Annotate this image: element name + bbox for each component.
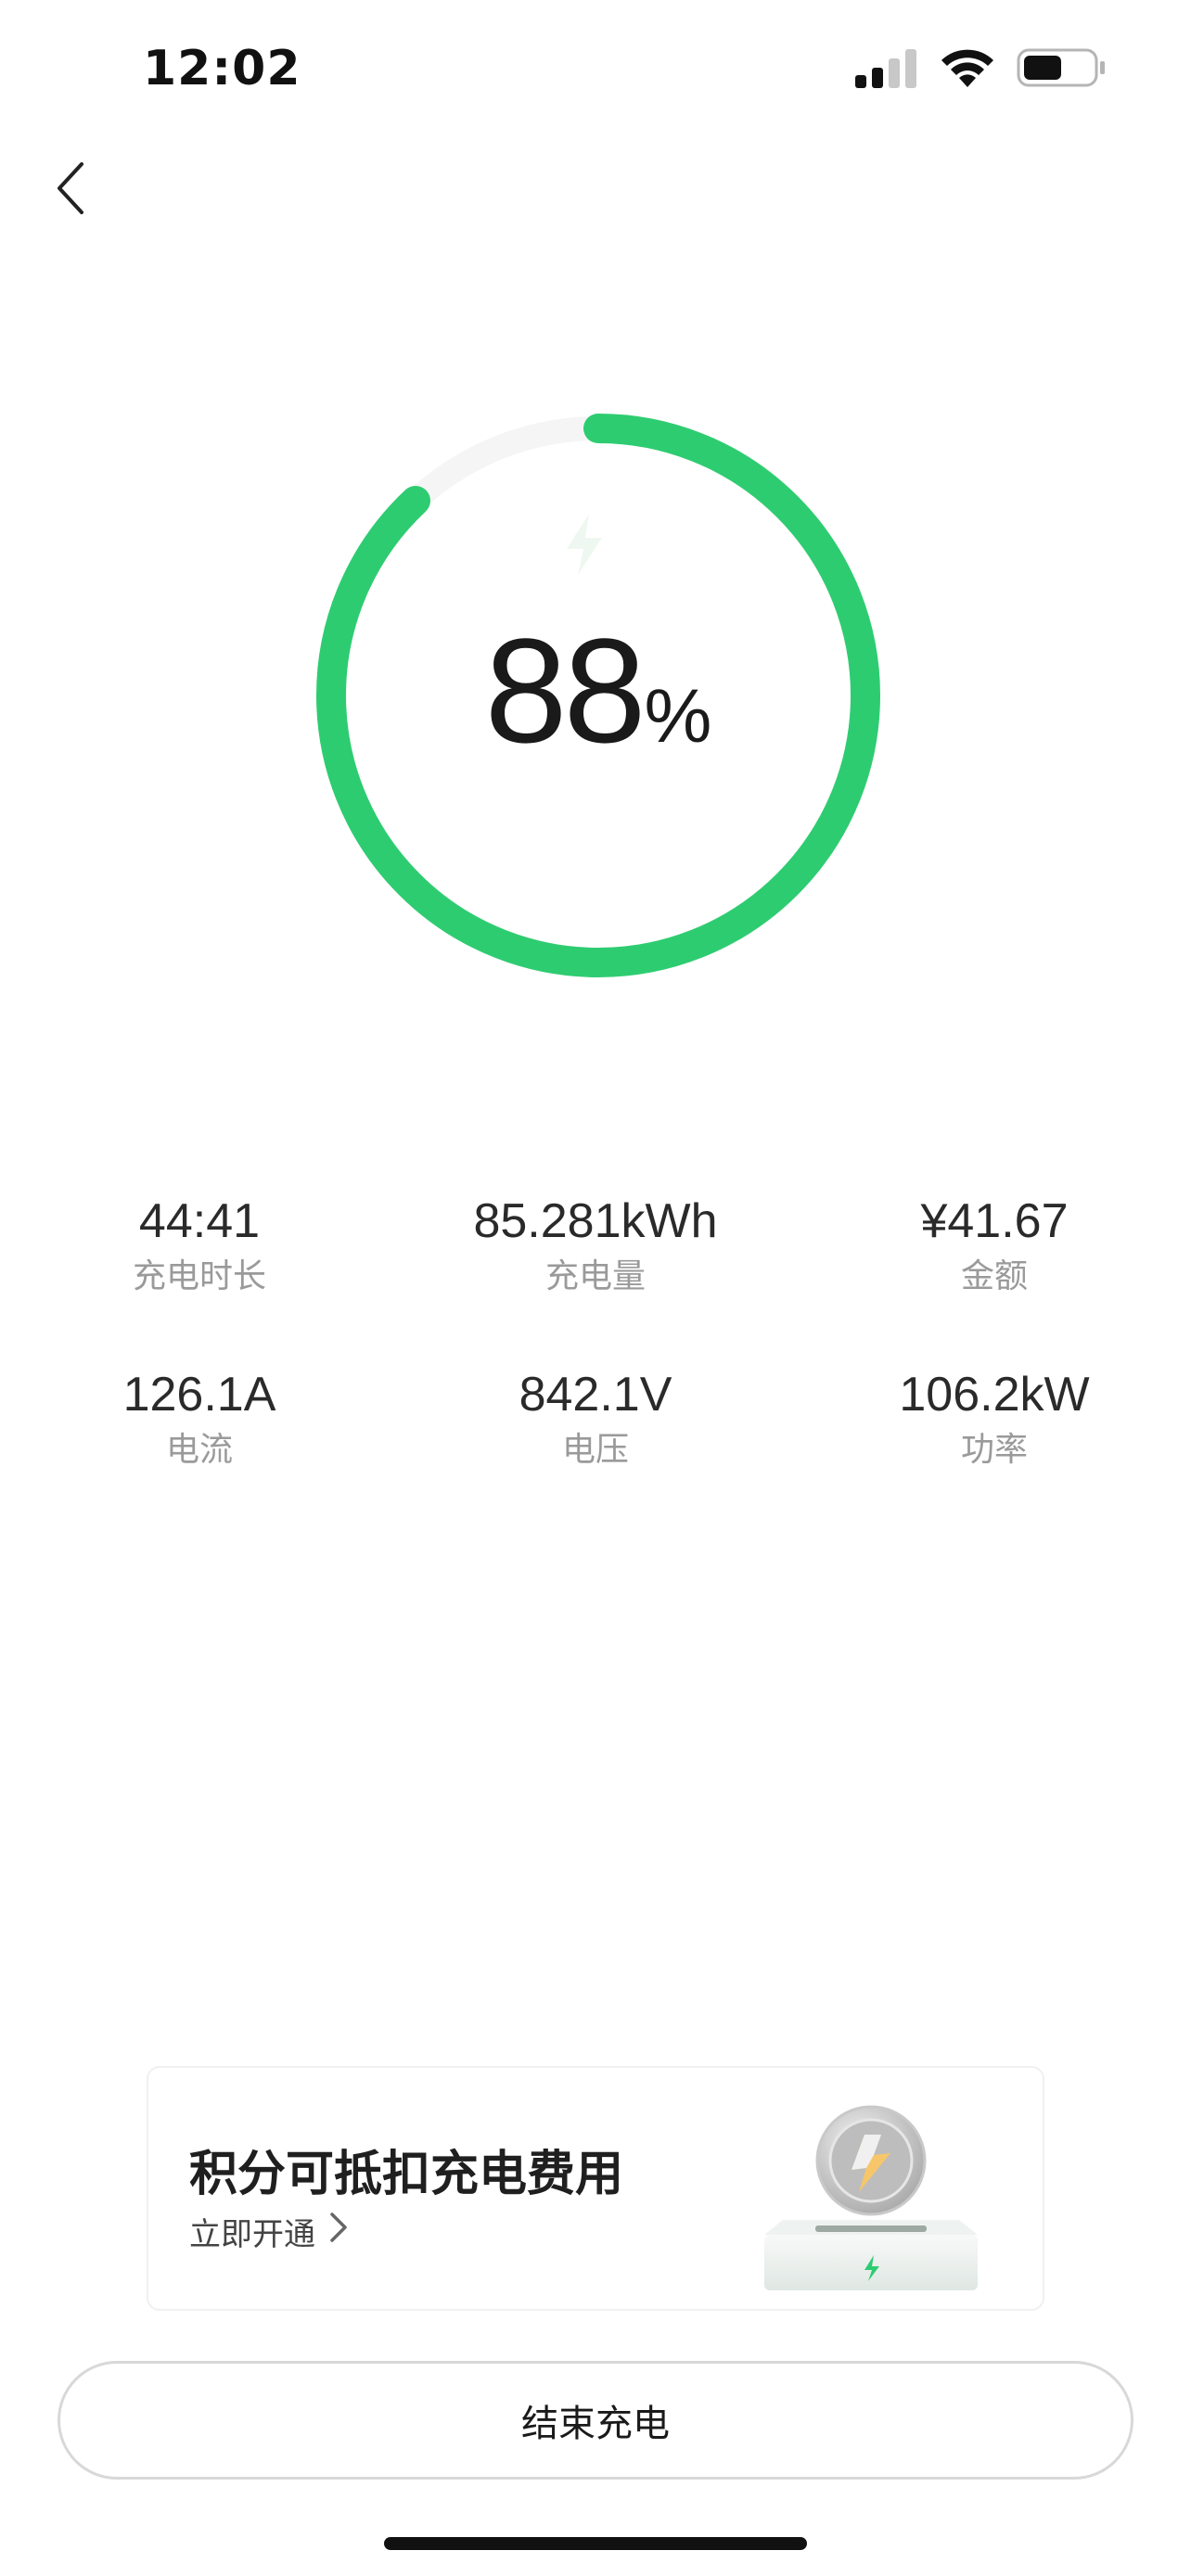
status-icons [853, 46, 1108, 93]
charge-percent-value: 88 [484, 607, 647, 773]
stat-power: 106.2kW 功率 [800, 1365, 1189, 1474]
charge-percent: 88% [311, 617, 886, 765]
chevron-right-icon [328, 2211, 349, 2252]
stat-label: 金额 [960, 1257, 1028, 1295]
stat-label: 功率 [960, 1431, 1028, 1469]
home-indicator [384, 2537, 807, 2550]
charging-progress-ring: 88% [311, 408, 886, 983]
wifi-icon [939, 46, 996, 93]
battery-icon [1017, 46, 1108, 93]
stat-label: 电压 [561, 1431, 629, 1469]
stat-label: 充电量 [544, 1257, 646, 1295]
stat-value: 85.281kWh [473, 1194, 718, 1248]
stat-value: ¥41.67 [920, 1194, 1069, 1248]
promo-link-label: 立即开通 [189, 2216, 315, 2253]
lightning-bolt-icon [559, 512, 609, 577]
promo-title: 积分可抵扣充电费用 [189, 2147, 624, 2202]
end-charging-button[interactable]: 结束充电 [58, 2361, 1133, 2480]
points-promo-card[interactable]: 积分可抵扣充电费用 立即开通 [147, 2066, 1044, 2311]
stat-label: 充电时长 [132, 1257, 266, 1295]
points-coin-illustration [755, 2096, 987, 2295]
stat-label: 电流 [165, 1431, 233, 1469]
stat-value: 106.2kW [899, 1368, 1090, 1422]
stat-duration: 44:41 充电时长 [5, 1192, 394, 1301]
stat-value: 44:41 [138, 1194, 261, 1248]
back-button[interactable] [43, 158, 98, 223]
stat-amount: ¥41.67 金额 [800, 1192, 1189, 1301]
stat-value: 842.1V [519, 1368, 672, 1422]
stat-value: 126.1A [122, 1368, 276, 1422]
stat-voltage: 842.1V 电压 [401, 1365, 790, 1474]
chevron-left-icon [52, 159, 89, 222]
promo-activate-link[interactable]: 立即开通 [189, 2209, 349, 2254]
stat-energy: 85.281kWh 充电量 [401, 1192, 790, 1301]
cellular-signal-icon [853, 47, 918, 92]
charge-percent-unit: % [644, 674, 712, 759]
status-time: 12:02 [143, 41, 301, 96]
stat-current: 126.1A 电流 [5, 1365, 394, 1474]
